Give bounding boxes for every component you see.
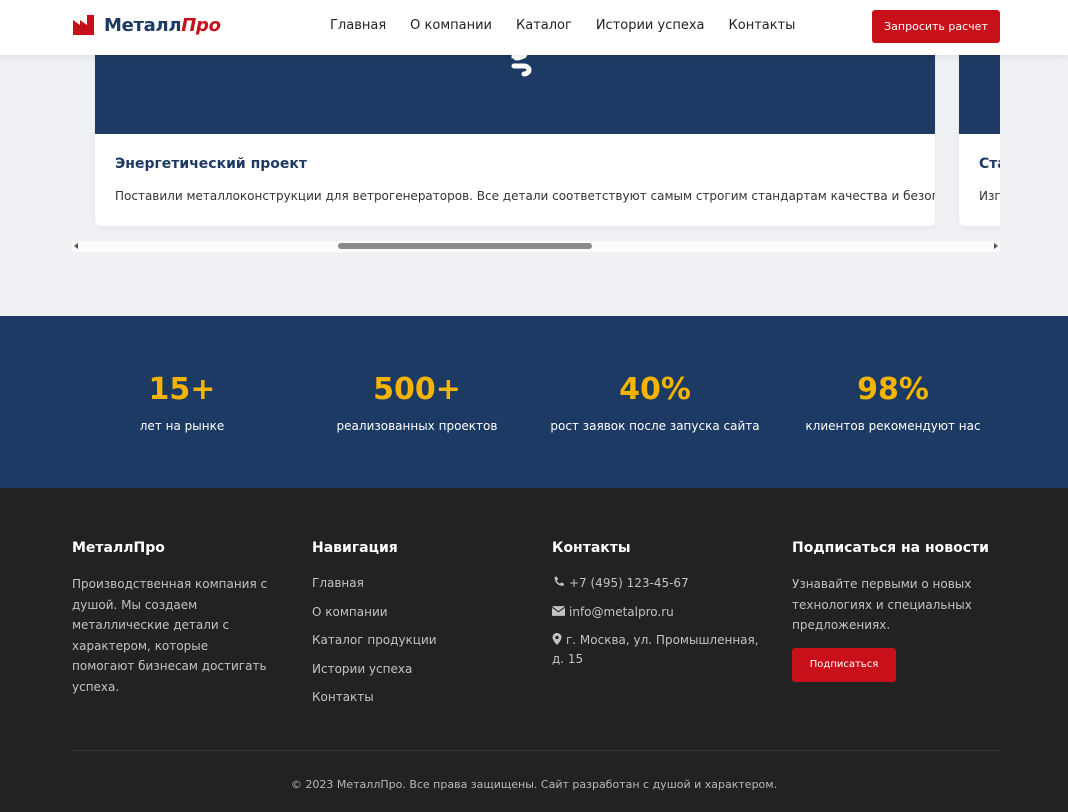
footer-divider	[72, 750, 1000, 751]
site-header: МеталлПро Главная О компании Каталог Ист…	[0, 0, 1068, 55]
stat-item: 98% клиентов рекомендуют нас	[783, 372, 1003, 433]
project-card-title: Ста	[979, 156, 1000, 172]
stat-value: 98%	[857, 372, 929, 407]
project-card-title: Энергетический проект	[115, 156, 308, 172]
footer-nav-link-home[interactable]: Главная	[312, 574, 532, 593]
footer-about-title: МеталлПро	[72, 540, 165, 556]
footer-subscribe-text: Узнавайте первыми о новых технологиях и …	[792, 577, 972, 632]
map-pin-icon	[552, 633, 562, 645]
scroll-thumb[interactable]	[338, 243, 592, 249]
site-footer: МеталлПро Производственная компания с ду…	[0, 488, 1068, 812]
footer-subscribe-title: Подписаться на новости	[792, 540, 989, 556]
footer-nav-link-success-stories[interactable]: Истории успеха	[312, 660, 532, 679]
footer-nav-link-contacts[interactable]: Контакты	[312, 688, 532, 707]
footer-subscribe: Подписаться на новости Узнавайте первыми…	[792, 540, 1012, 682]
stat-label: клиентов рекомендуют нас	[805, 419, 981, 433]
copyright-text: © 2023 МеталлПро. Все права защищены. Са…	[290, 778, 778, 791]
footer-contacts: Контакты +7 (495) 123-45-67 info@metalpr…	[552, 540, 772, 678]
footer-nav-title: Навигация	[312, 540, 398, 556]
footer-nav-link-about[interactable]: О компании	[312, 603, 532, 622]
scroll-right-arrow-icon[interactable]	[994, 243, 998, 249]
stat-item: 500+ реализованных проектов	[307, 372, 527, 433]
contact-phone[interactable]: +7 (495) 123-45-67	[552, 574, 772, 593]
project-card-description: Поставили металлоконструкции для ветроге…	[115, 189, 935, 203]
nav-link-home[interactable]: Главная	[330, 18, 386, 33]
stat-value: 500+	[373, 372, 461, 407]
request-quote-button[interactable]: Запросить расчет	[872, 10, 1000, 43]
footer-nav-link-catalog[interactable]: Каталог продукции	[312, 631, 532, 650]
stat-label: реализованных проектов	[336, 419, 498, 433]
stat-label: лет на рынке	[139, 419, 225, 433]
nav-link-catalog[interactable]: Каталог	[516, 18, 572, 33]
footer-contacts-title: Контакты	[552, 540, 631, 556]
footer-navigation: Навигация Главная О компании Каталог про…	[312, 540, 532, 717]
main-nav: Главная О компании Каталог Истории успех…	[330, 18, 795, 33]
stat-item: 15+ лет на рынке	[72, 372, 292, 433]
stat-value: 15+	[148, 372, 216, 407]
phone-icon	[554, 576, 564, 586]
logo[interactable]: МеталлПро	[72, 14, 221, 36]
envelope-icon	[552, 605, 565, 616]
stat-label: рост заявок после запуска сайта	[550, 419, 760, 433]
subscribe-button[interactable]: Подписаться	[792, 647, 896, 682]
carousel-scrollbar[interactable]	[72, 241, 1000, 252]
contact-address: г. Москва, ул. Промышленная, д. 15	[552, 633, 759, 666]
nav-link-success-stories[interactable]: Истории успеха	[596, 18, 705, 33]
footer-about-text: Производственная компания с душой. Мы со…	[72, 577, 268, 694]
stat-item: 40% рост заявок после запуска сайта	[545, 372, 765, 433]
stat-value: 40%	[619, 372, 691, 407]
nav-link-contacts[interactable]: Контакты	[729, 18, 796, 33]
contact-email[interactable]: info@metalpro.ru	[552, 603, 772, 622]
stats-section: 15+ лет на рынке 500+ реализованных прое…	[0, 316, 1068, 488]
project-card-description: Изго	[979, 189, 1000, 203]
footer-about: МеталлПро Производственная компания с ду…	[72, 540, 292, 697]
scroll-left-arrow-icon[interactable]	[74, 243, 78, 249]
logo-text: МеталлПро	[104, 14, 221, 36]
nav-link-about[interactable]: О компании	[410, 18, 492, 33]
factory-icon	[73, 15, 94, 35]
